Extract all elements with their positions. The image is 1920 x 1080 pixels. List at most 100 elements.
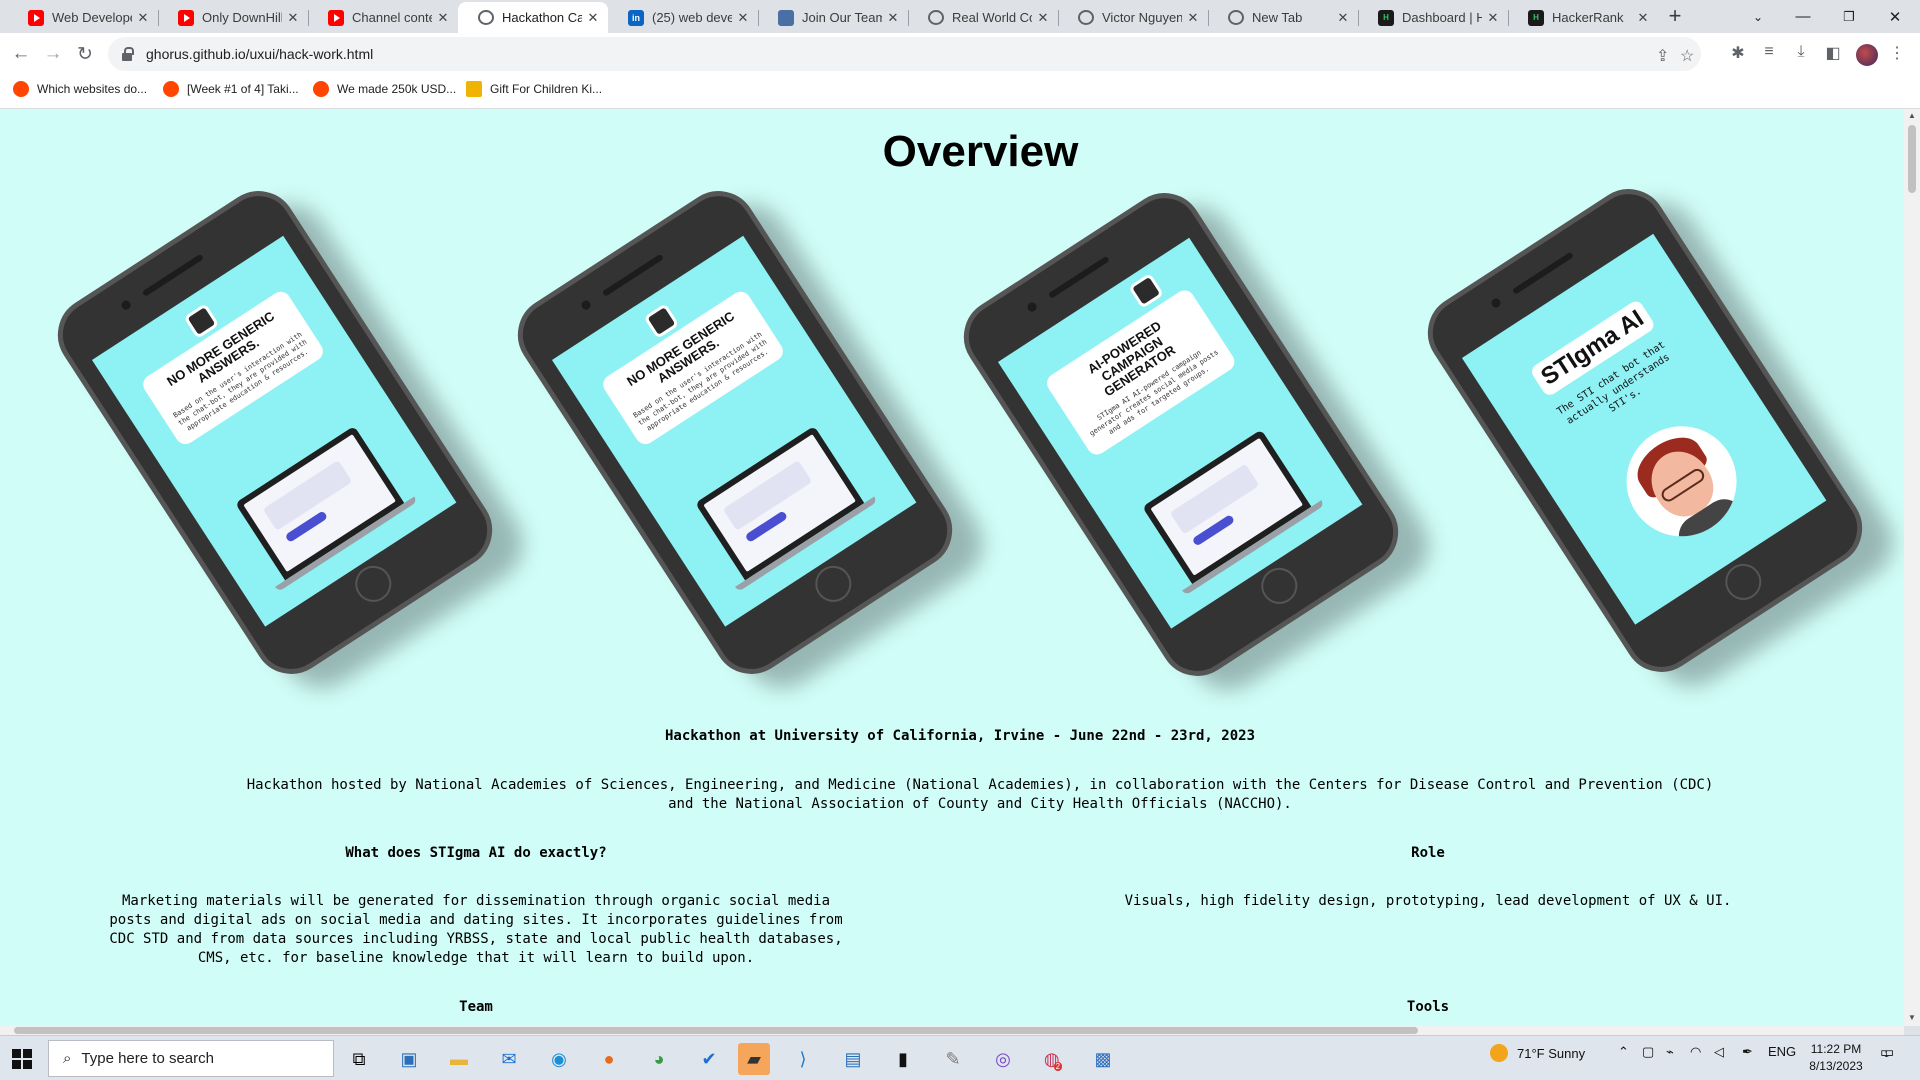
- lock-icon[interactable]: [122, 47, 136, 61]
- profile-avatar[interactable]: [1856, 44, 1878, 66]
- close-icon[interactable]: ✕: [1486, 10, 1500, 26]
- chrome-icon[interactable]: ◕: [643, 1043, 675, 1075]
- close-icon[interactable]: ✕: [586, 10, 600, 26]
- tab-real-world-code[interactable]: Real World Cod ✕: [908, 2, 1058, 33]
- bookmark-item[interactable]: Which websites do...: [13, 81, 147, 97]
- weather-widget[interactable]: 71°F Sunny: [1490, 1044, 1585, 1062]
- tab-new-tab[interactable]: New Tab ✕: [1208, 2, 1358, 33]
- media-control-icon[interactable]: ≡: [1758, 43, 1780, 61]
- close-icon[interactable]: ✕: [1636, 10, 1650, 26]
- firefox-icon[interactable]: ●: [593, 1043, 625, 1075]
- tray-chevron-icon[interactable]: ⌃: [1618, 1044, 1629, 1060]
- tab-hackerrank[interactable]: H HackerRank ✕: [1508, 2, 1658, 33]
- reload-button[interactable]: ↻: [73, 42, 97, 66]
- url-text[interactable]: ghorus.github.io/uxui/hack-work.html: [146, 46, 373, 62]
- task-view-icon[interactable]: ⧉: [343, 1043, 375, 1075]
- tab-title: Only DownHill F: [202, 10, 282, 25]
- todo-icon[interactable]: ✔: [693, 1043, 725, 1075]
- restore-button[interactable]: ❐: [1826, 0, 1872, 33]
- phone-speaker: [1047, 255, 1110, 299]
- menu-kebab-icon[interactable]: ⋮: [1886, 43, 1908, 63]
- vertical-scrollbar[interactable]: ▲ ▼: [1904, 109, 1920, 1026]
- phone-camera: [579, 298, 593, 312]
- scroll-down-arrow-icon[interactable]: ▼: [1908, 1013, 1916, 1022]
- minimize-button[interactable]: —: [1780, 0, 1826, 33]
- edge-icon[interactable]: ◉: [543, 1043, 575, 1075]
- address-bar[interactable]: ghorus.github.io/uxui/hack-work.html ⇪ ☆: [108, 37, 1701, 71]
- gift-icon: [466, 81, 482, 97]
- forward-button[interactable]: →: [41, 42, 65, 66]
- tab-title: Join Our Team: [802, 10, 882, 25]
- photos-icon[interactable]: ▩: [1087, 1043, 1119, 1075]
- globe-icon: [1078, 10, 1094, 25]
- tab-hackathon-case[interactable]: Hackathon Case ✕: [458, 2, 608, 33]
- close-icon[interactable]: ✕: [1186, 10, 1200, 26]
- bookmark-item[interactable]: [Week #1 of 4] Taki...: [163, 81, 299, 97]
- terminal-icon[interactable]: ▮: [887, 1043, 919, 1075]
- close-icon[interactable]: ✕: [286, 10, 300, 26]
- tab-title: Channel content: [352, 10, 432, 25]
- tab-dashboard-hackerrank[interactable]: H Dashboard | Ha ✕: [1358, 2, 1508, 33]
- bookmark-star-icon[interactable]: ☆: [1680, 46, 1694, 66]
- messenger-icon[interactable]: ◍ 2: [1037, 1043, 1069, 1075]
- tab-victor-nguyen[interactable]: Victor Nguyen ✕: [1058, 2, 1208, 33]
- close-icon[interactable]: ✕: [1336, 10, 1350, 26]
- what-heading: What does STIgma AI do exactly?: [345, 845, 607, 861]
- bookmark-item[interactable]: We made 250k USD...: [313, 81, 456, 97]
- event-description-line1: Hackathon hosted by National Academies o…: [246, 777, 1714, 793]
- meet-now-icon[interactable]: ▢: [1642, 1044, 1654, 1060]
- tab-join-our-team[interactable]: Join Our Team ✕: [758, 2, 908, 33]
- chrome-profile-icon[interactable]: ◎: [987, 1043, 1019, 1075]
- horizontal-scroll-thumb[interactable]: [14, 1027, 1418, 1034]
- close-window-button[interactable]: ✕: [1872, 0, 1918, 33]
- globe-icon: [928, 10, 944, 25]
- download-icon[interactable]: ⤓: [1790, 43, 1812, 61]
- extensions-icon[interactable]: ✱: [1727, 43, 1749, 63]
- search-icon: ⌕: [63, 1050, 72, 1067]
- notifications-icon[interactable]: ▭1: [1880, 1043, 1894, 1061]
- close-icon[interactable]: ✕: [736, 10, 750, 26]
- windows-start-button[interactable]: [12, 1049, 32, 1069]
- vscode-icon[interactable]: ⟩: [787, 1043, 819, 1075]
- wifi-icon[interactable]: ◠: [1690, 1044, 1701, 1060]
- windows-taskbar: ⌕ Type here to search ⧉ ▣ ▬ ✉ ◉ ● ◕ ✔ ▰ …: [0, 1035, 1920, 1080]
- pen-icon[interactable]: ✒: [1742, 1044, 1753, 1060]
- notepad-icon[interactable]: ▤: [837, 1043, 869, 1075]
- side-panel-icon[interactable]: ◧: [1822, 43, 1844, 63]
- phone-camera: [119, 298, 133, 312]
- taskbar-clock[interactable]: 11:22 PM 8/13/2023: [1800, 1041, 1872, 1075]
- tab-linkedin[interactable]: in (25) web develo ✕: [608, 2, 758, 33]
- tab-web-developer[interactable]: Web Developer ✕: [8, 2, 158, 33]
- vertical-scroll-thumb[interactable]: [1908, 125, 1916, 193]
- robot-icon: [1128, 272, 1165, 309]
- volume-icon[interactable]: ◁: [1714, 1044, 1724, 1060]
- sticky-notes-icon[interactable]: ▰: [738, 1043, 770, 1075]
- tab-title: HackerRank: [1552, 10, 1624, 25]
- paint-icon[interactable]: ✎: [937, 1043, 969, 1075]
- youtube-icon: [28, 9, 44, 26]
- language-indicator[interactable]: ENG: [1768, 1044, 1796, 1059]
- bookmark-item[interactable]: Gift For Children Ki...: [466, 81, 602, 97]
- tab-search-chevron-icon[interactable]: ⌄: [1735, 0, 1781, 33]
- role-text: Visuals, high fidelity design, prototypi…: [1124, 893, 1732, 909]
- file-explorer-icon[interactable]: ▬: [443, 1043, 475, 1075]
- tab-channel-content[interactable]: Channel content ✕: [308, 2, 458, 33]
- page-viewport: Overview NO MORE GENERIC ANSWERS. Based …: [0, 109, 1904, 1026]
- tab-strip: Web Developer ✕ Only DownHill F ✕ Channe…: [0, 0, 1920, 33]
- store-icon[interactable]: ▣: [393, 1043, 425, 1075]
- share-icon[interactable]: ⇪: [1656, 46, 1669, 66]
- mail-icon[interactable]: ✉: [493, 1043, 525, 1075]
- back-button[interactable]: ←: [9, 42, 33, 66]
- phone-card: AI-POWERED CAMPAIGN GENERATOR STIgma AI …: [1043, 286, 1239, 459]
- close-icon[interactable]: ✕: [136, 10, 150, 26]
- usb-icon[interactable]: ⌁: [1666, 1044, 1674, 1060]
- phone-speaker: [601, 253, 664, 297]
- close-icon[interactable]: ✕: [886, 10, 900, 26]
- close-icon[interactable]: ✕: [436, 10, 450, 26]
- close-icon[interactable]: ✕: [1036, 10, 1050, 26]
- tab-only-downhill[interactable]: Only DownHill F ✕: [158, 2, 308, 33]
- new-tab-button[interactable]: +: [1664, 5, 1686, 28]
- taskbar-search-box[interactable]: ⌕ Type here to search: [48, 1040, 334, 1077]
- scroll-up-arrow-icon[interactable]: ▲: [1908, 111, 1916, 120]
- horizontal-scrollbar[interactable]: [0, 1026, 1904, 1035]
